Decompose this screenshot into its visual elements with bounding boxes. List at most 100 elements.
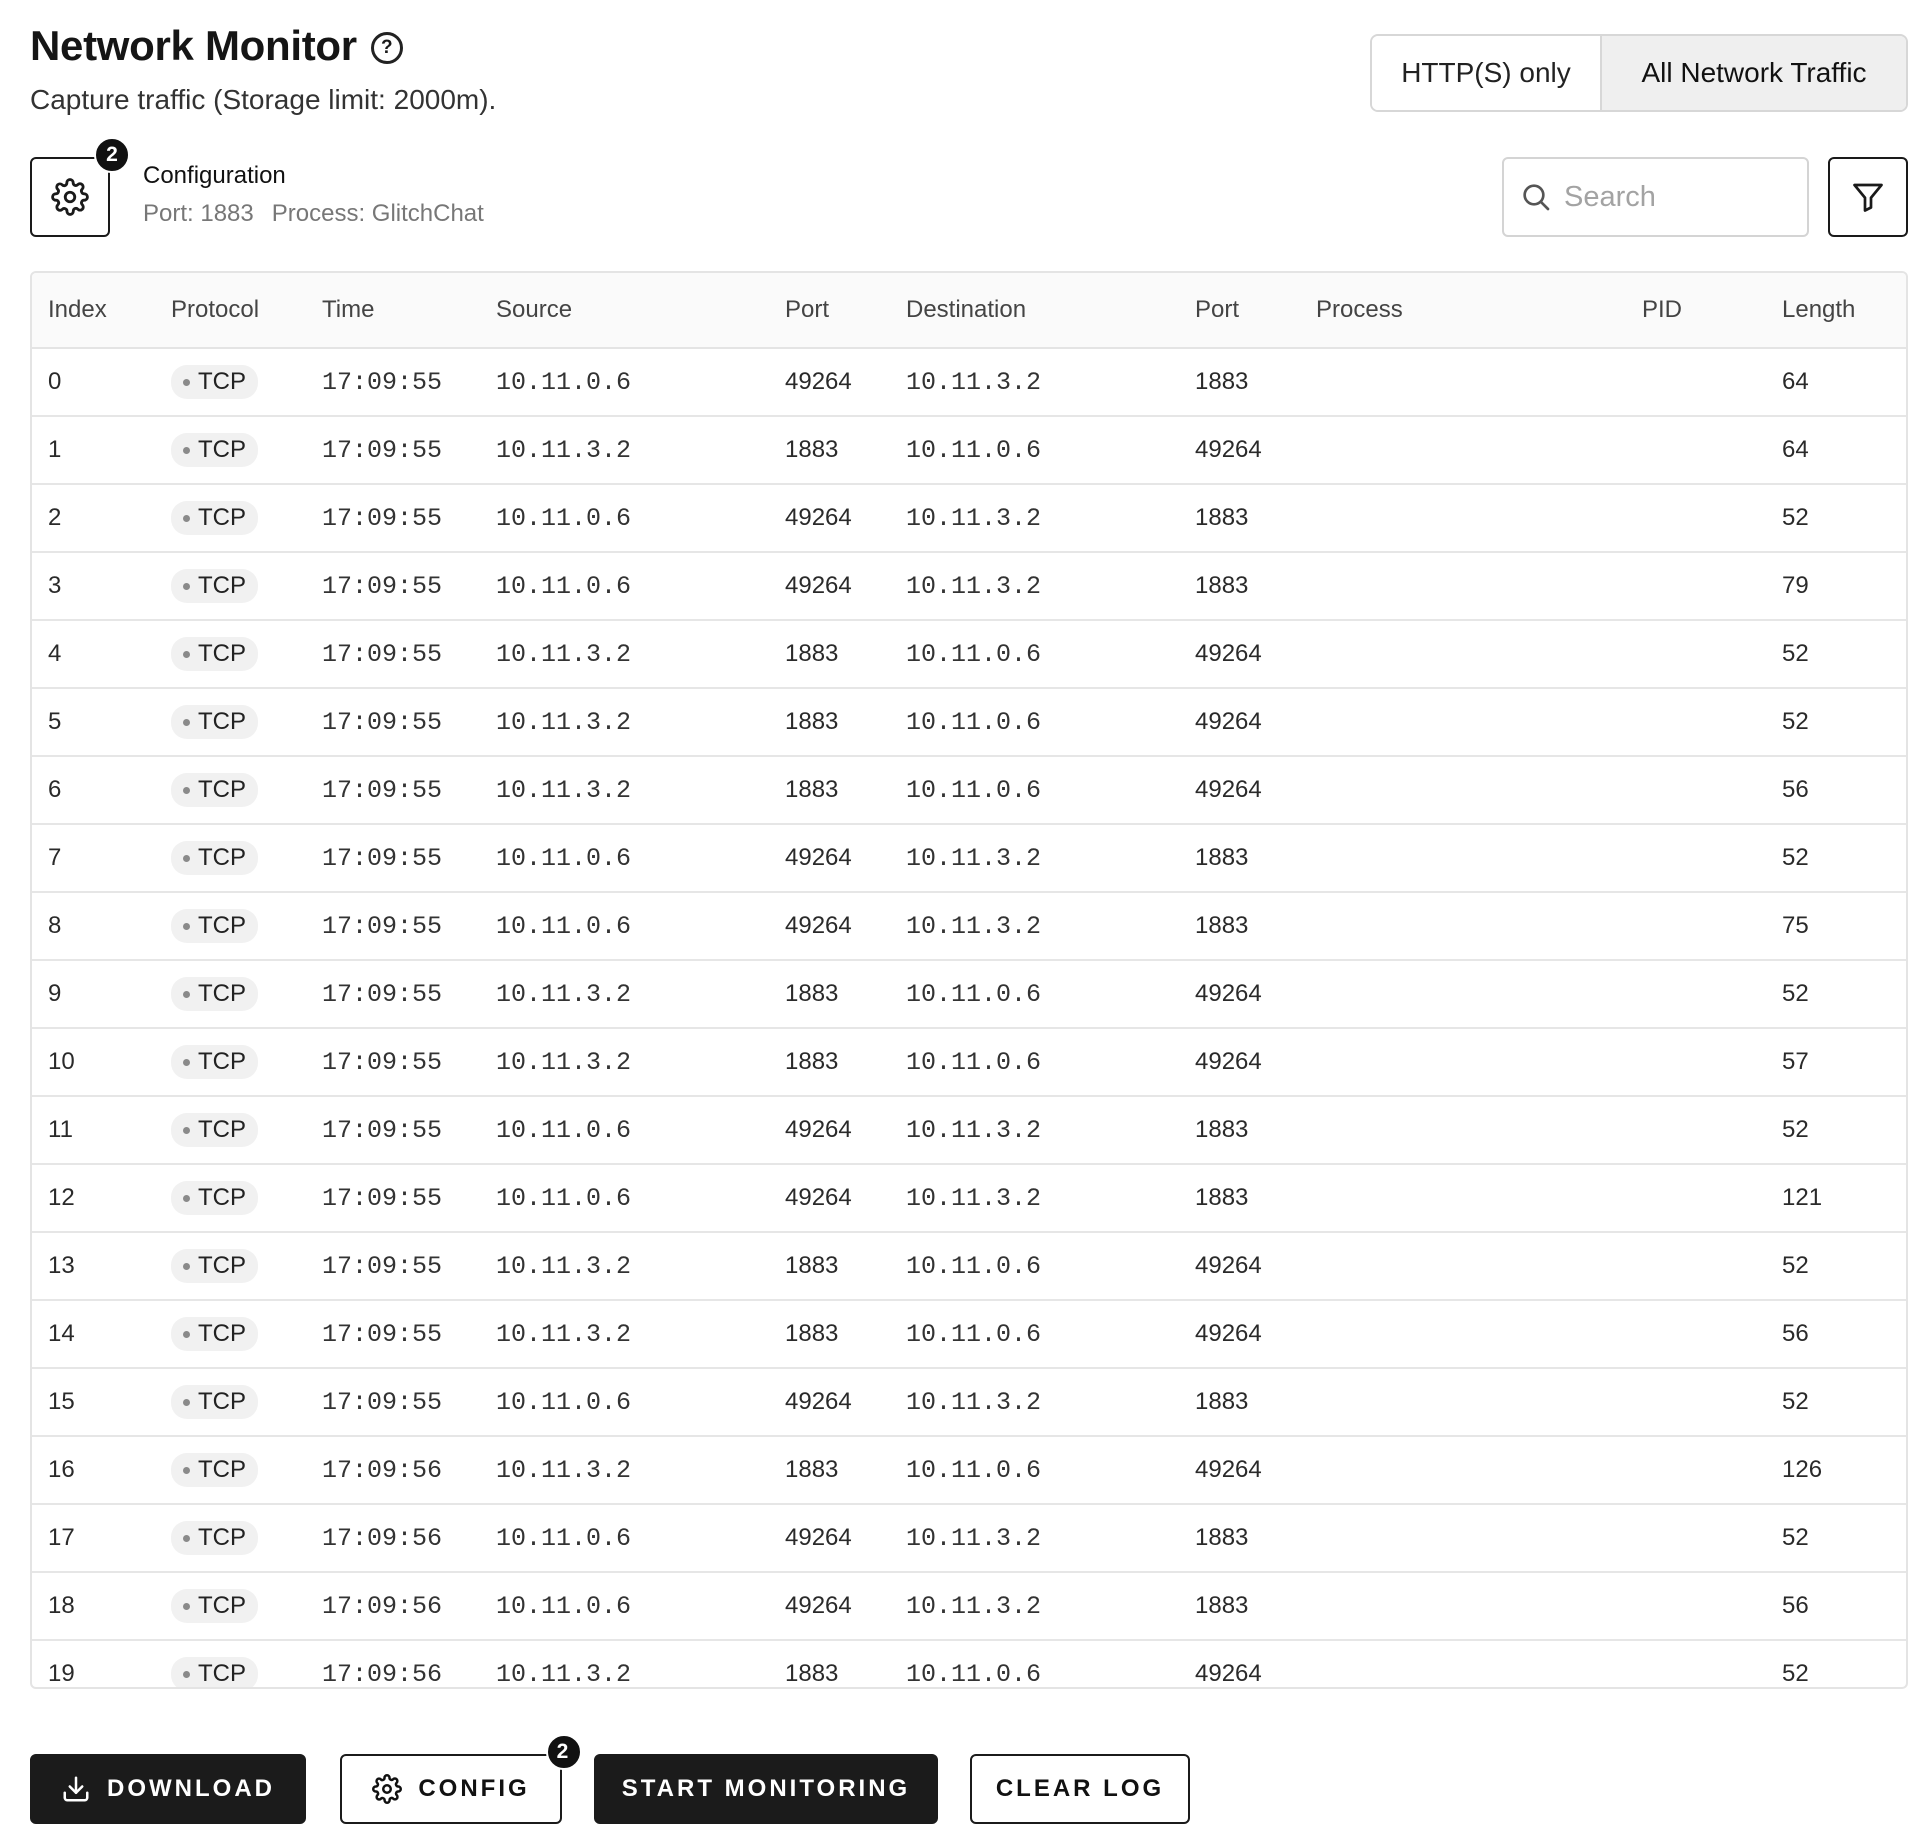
cell-time: 17:09:55 — [306, 1028, 480, 1097]
cell-process — [1300, 1640, 1626, 1687]
cell-protocol: TCP — [155, 892, 306, 961]
table-row[interactable]: 16 TCP 17:09:56 10.11.3.2 1883 10.11.0.6 49264… — [32, 1436, 1906, 1505]
column-header-source[interactable]: Source — [480, 273, 769, 349]
protocol-badge: TCP — [171, 705, 258, 740]
protocol-badge: TCP — [171, 841, 258, 876]
cell-process — [1300, 892, 1626, 961]
protocol-badge: TCP — [171, 637, 258, 672]
table-row[interactable]: 15 TCP 17:09:55 10.11.0.6 49264 10.11.3.2 1883… — [32, 1368, 1906, 1437]
protocol-dot-icon — [183, 922, 190, 930]
table-row[interactable]: 19 TCP 17:09:56 10.11.3.2 1883 10.11.0.6 49264… — [32, 1640, 1906, 1687]
cell-protocol: TCP — [155, 416, 306, 485]
cell-process — [1300, 1300, 1626, 1369]
table-row[interactable]: 7 TCP 17:09:55 10.11.0.6 49264 10.11.3.2 1883 5… — [32, 824, 1906, 893]
cell-process — [1300, 1232, 1626, 1301]
protocol-label: TCP — [198, 1320, 246, 1348]
protocol-dot-icon — [183, 1330, 190, 1338]
table-row[interactable]: 10 TCP 17:09:55 10.11.3.2 1883 10.11.0.6 49264… — [32, 1028, 1906, 1097]
table-row[interactable]: 9 TCP 17:09:55 10.11.3.2 1883 10.11.0.6 49264 5… — [32, 960, 1906, 1029]
protocol-badge: TCP — [171, 1113, 258, 1148]
table-row[interactable]: 18 TCP 17:09:56 10.11.0.6 49264 10.11.3.2 1883… — [32, 1572, 1906, 1641]
cell-source-port: 1883 — [769, 1436, 890, 1505]
cell-source: 10.11.0.6 — [480, 1504, 769, 1573]
cell-index: 14 — [32, 1300, 155, 1369]
column-header-process[interactable]: Process — [1300, 273, 1626, 349]
mode-all-traffic-button[interactable]: All Network Traffic — [1602, 36, 1906, 110]
table-row[interactable]: 6 TCP 17:09:55 10.11.3.2 1883 10.11.0.6 49264 5… — [32, 756, 1906, 825]
protocol-dot-icon — [183, 1534, 190, 1542]
column-header-index[interactable]: Index — [32, 273, 155, 349]
download-button[interactable]: DOWNLOAD — [30, 1754, 306, 1824]
column-header-destination[interactable]: Destination — [890, 273, 1179, 349]
filter-button[interactable] — [1828, 157, 1908, 237]
cell-index: 9 — [32, 960, 155, 1029]
protocol-badge: TCP — [171, 1521, 258, 1556]
cell-process — [1300, 756, 1626, 825]
table-row[interactable]: 5 TCP 17:09:55 10.11.3.2 1883 10.11.0.6 49264 5… — [32, 688, 1906, 757]
traffic-table: Index Protocol Time Source Port Destinat… — [30, 271, 1908, 1689]
table-row[interactable]: 2 TCP 17:09:55 10.11.0.6 49264 10.11.3.2 1883 5… — [32, 484, 1906, 553]
mode-http-only-button[interactable]: HTTP(S) only — [1372, 36, 1602, 110]
table-row[interactable]: 13 TCP 17:09:55 10.11.3.2 1883 10.11.0.6 49264… — [32, 1232, 1906, 1301]
cell-length: 52 — [1766, 824, 1906, 893]
column-header-time[interactable]: Time — [306, 273, 480, 349]
column-header-destination-port[interactable]: Port — [1179, 273, 1300, 349]
cell-pid — [1626, 892, 1766, 961]
cell-destination: 10.11.3.2 — [890, 484, 1179, 553]
cell-length: 52 — [1766, 620, 1906, 689]
column-header-pid[interactable]: PID — [1626, 273, 1766, 349]
cell-length: 64 — [1766, 348, 1906, 417]
cell-length: 79 — [1766, 552, 1906, 621]
cell-process — [1300, 960, 1626, 1029]
cell-destination-port: 1883 — [1179, 1572, 1300, 1641]
cell-destination-port: 1883 — [1179, 552, 1300, 621]
table-row[interactable]: 8 TCP 17:09:55 10.11.0.6 49264 10.11.3.2 1883 7… — [32, 892, 1906, 961]
start-monitoring-button[interactable]: START MONITORING — [594, 1754, 938, 1824]
cell-index: 17 — [32, 1504, 155, 1573]
column-header-source-port[interactable]: Port — [769, 273, 890, 349]
clear-log-button[interactable]: CLEAR LOG — [970, 1754, 1190, 1824]
cell-destination: 10.11.3.2 — [890, 1504, 1179, 1573]
cell-protocol: TCP — [155, 1572, 306, 1641]
cell-time: 17:09:55 — [306, 1164, 480, 1233]
column-header-protocol[interactable]: Protocol — [155, 273, 306, 349]
cell-index: 6 — [32, 756, 155, 825]
cell-index: 4 — [32, 620, 155, 689]
cell-index: 12 — [32, 1164, 155, 1233]
cell-source-port: 1883 — [769, 1232, 890, 1301]
table-row[interactable]: 14 TCP 17:09:55 10.11.3.2 1883 10.11.0.6 49264… — [32, 1300, 1906, 1369]
table-row[interactable]: 3 TCP 17:09:55 10.11.0.6 49264 10.11.3.2 1883 7… — [32, 552, 1906, 621]
protocol-label: TCP — [198, 1252, 246, 1280]
configuration-button[interactable]: 2 — [30, 137, 130, 237]
cell-source-port: 1883 — [769, 1028, 890, 1097]
table-row[interactable]: 0 TCP 17:09:55 10.11.0.6 49264 10.11.3.2 1883 6… — [32, 348, 1906, 417]
cell-pid — [1626, 1504, 1766, 1573]
table-row[interactable]: 17 TCP 17:09:56 10.11.0.6 49264 10.11.3.2 1883… — [32, 1504, 1906, 1573]
cell-source: 10.11.0.6 — [480, 1572, 769, 1641]
cell-protocol: TCP — [155, 824, 306, 893]
cell-time: 17:09:56 — [306, 1504, 480, 1573]
protocol-dot-icon — [183, 1262, 190, 1270]
protocol-badge: TCP — [171, 1045, 258, 1080]
cell-source: 10.11.3.2 — [480, 1436, 769, 1505]
table-row[interactable]: 11 TCP 17:09:55 10.11.0.6 49264 10.11.3.2 1883… — [32, 1096, 1906, 1165]
cell-length: 52 — [1766, 1096, 1906, 1165]
cell-pid — [1626, 348, 1766, 417]
table-row[interactable]: 12 TCP 17:09:55 10.11.0.6 49264 10.11.3.2 1883… — [32, 1164, 1906, 1233]
config-button[interactable]: CONFIG 2 — [340, 1734, 582, 1824]
table-row[interactable]: 4 TCP 17:09:55 10.11.3.2 1883 10.11.0.6 49264 5… — [32, 620, 1906, 689]
protocol-label: TCP — [198, 708, 246, 736]
column-header-length[interactable]: Length — [1766, 273, 1906, 349]
cell-index: 15 — [32, 1368, 155, 1437]
cell-source: 10.11.0.6 — [480, 1164, 769, 1233]
cell-protocol: TCP — [155, 1300, 306, 1369]
question-circle-icon[interactable]: ? — [370, 32, 403, 64]
protocol-dot-icon — [183, 1670, 190, 1678]
cell-source: 10.11.3.2 — [480, 1300, 769, 1369]
table-row[interactable]: 1 TCP 17:09:55 10.11.3.2 1883 10.11.0.6 49264 6… — [32, 416, 1906, 485]
search-input[interactable] — [1562, 179, 1786, 215]
cell-source-port: 1883 — [769, 688, 890, 757]
cell-destination-port: 1883 — [1179, 892, 1300, 961]
cell-length: 75 — [1766, 892, 1906, 961]
cell-source-port: 1883 — [785, 1660, 839, 1687]
